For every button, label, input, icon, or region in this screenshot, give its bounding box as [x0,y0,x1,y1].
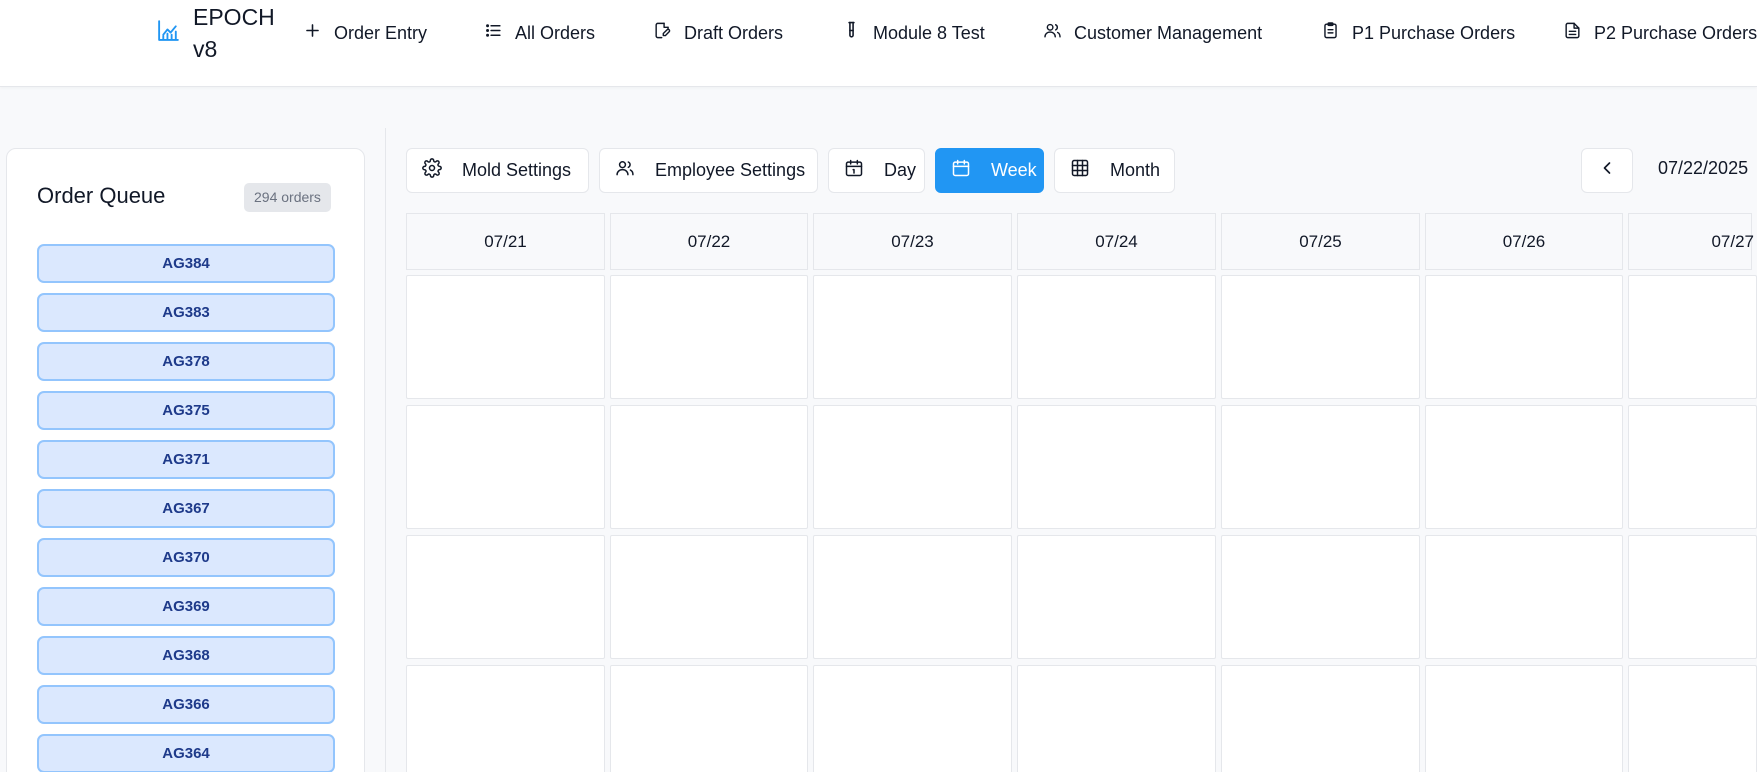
order-queue-panel: Order Queue 294 orders AG384 AG383 AG378… [6,148,365,772]
calendar-cell[interactable] [610,665,808,772]
nav-p2-purchase-orders[interactable]: P2 Purchase Orders [1563,14,1757,52]
list-icon [484,21,515,45]
calendar-cell[interactable] [1628,535,1757,659]
nav-label: Module 8 Test [873,22,985,43]
factory-chart-icon [156,18,181,48]
nav-draft-orders[interactable]: Draft Orders [653,14,783,52]
order-queue-item[interactable]: AG369 [37,587,335,626]
clipboard-icon [1321,21,1352,45]
order-queue-item[interactable]: AG367 [37,489,335,528]
nav-label: Order Entry [334,22,428,43]
current-date: 07/22/2025 [1658,158,1749,178]
employee-settings-button[interactable]: Employee Settings [599,148,818,193]
calendar-cell[interactable] [1017,665,1216,772]
week-view-button[interactable]: Week [935,148,1044,193]
calendar-cell[interactable] [813,405,1012,529]
day-header: 07/21 [406,213,605,270]
calendar-cell[interactable] [406,535,605,659]
order-queue-item[interactable]: AG371 [37,440,335,479]
button-label: Employee Settings [655,160,806,180]
day-header: 07/23 [813,213,1012,270]
button-label: Mold Settings [462,160,572,180]
button-label: Day [884,160,917,180]
top-navigation: EPOCH v8 Order Entry All Orders Draft Or… [0,0,1757,87]
chevron-left-icon [1597,158,1617,183]
calendar-cell[interactable] [1221,405,1420,529]
nav-p1-purchase-orders[interactable]: P1 Purchase Orders [1321,14,1515,52]
order-queue-title: Order Queue [37,183,166,208]
brand[interactable]: EPOCH v8 [156,0,283,66]
calendar-cell[interactable] [1017,275,1216,399]
day-header: 07/26 [1425,213,1623,270]
order-queue-item[interactable]: AG378 [37,342,335,381]
calendar-cell[interactable] [1221,275,1420,399]
order-queue-item[interactable]: AG368 [37,636,335,675]
calendar-cell[interactable] [1425,535,1623,659]
panel-divider [385,128,386,772]
calendar-cell[interactable] [813,665,1012,772]
document-icon [1563,21,1594,45]
order-queue-list[interactable]: AG384 AG383 AG378 AG375 AG371 AG367 AG37… [37,244,335,772]
nav-label: Customer Management [1074,22,1263,43]
order-count-badge: 294 orders [244,183,331,212]
mold-settings-button[interactable]: Mold Settings [406,148,589,193]
calendar-cell[interactable] [610,275,808,399]
nav-label: P1 Purchase Orders [1352,22,1516,43]
nav-module-8-test[interactable]: Module 8 Test [842,14,985,52]
calendar-cell[interactable] [1425,405,1623,529]
nav-customer-management[interactable]: Customer Management [1043,14,1262,52]
day-header: 07/27 [1628,213,1754,270]
calendar-cell[interactable] [406,275,605,399]
order-queue-item[interactable]: AG366 [37,685,335,724]
order-queue-item[interactable]: AG384 [37,244,335,283]
calendar-icon [951,158,991,183]
day-view-button[interactable]: Day [828,148,925,193]
calendar-day-icon [844,158,884,183]
plus-icon [303,21,334,45]
month-view-button[interactable]: Month [1054,148,1175,193]
users-icon [1043,21,1074,45]
calendar-cell[interactable] [406,665,605,772]
calendar-cell[interactable] [1017,535,1216,659]
order-queue-item[interactable]: AG375 [37,391,335,430]
calendar-cell[interactable] [813,275,1012,399]
nav-label: P2 Purchase Orders [1594,22,1757,43]
nav-label: All Orders [515,22,596,43]
order-queue-item[interactable]: AG370 [37,538,335,577]
button-label: Week [991,160,1037,180]
calendar-cell[interactable] [1017,405,1216,529]
calendar-cell[interactable] [1628,405,1757,529]
calendar-cell[interactable] [610,405,808,529]
users-icon [615,158,655,183]
day-header-label: 07/27 [1711,231,1754,251]
day-header: 07/22 [610,213,808,270]
calendar-cell[interactable] [1628,665,1757,772]
app-name: EPOCH v8 [193,4,275,62]
calendar-cell[interactable] [1425,275,1623,399]
day-header: 07/24 [1017,213,1216,270]
calendar-cell[interactable] [610,535,808,659]
nav-all-orders[interactable]: All Orders [484,14,595,52]
calendar-cell[interactable] [1628,275,1757,399]
calendar-cell[interactable] [813,535,1012,659]
order-queue-item[interactable]: AG383 [37,293,335,332]
button-label: Month [1110,160,1161,180]
calendar-cell[interactable] [406,405,605,529]
nav-order-entry[interactable]: Order Entry [303,14,427,52]
gear-icon [422,158,462,183]
previous-week-button[interactable] [1581,148,1633,193]
grid-icon [1070,158,1110,183]
calendar-cell[interactable] [1425,665,1623,772]
order-queue-item[interactable]: AG364 [37,734,335,772]
test-tube-icon [842,21,873,45]
calendar-cell[interactable] [1221,665,1420,772]
calendar-cell[interactable] [1221,535,1420,659]
edit-document-icon [653,21,684,45]
nav-label: Draft Orders [684,22,784,43]
day-header: 07/25 [1221,213,1420,270]
